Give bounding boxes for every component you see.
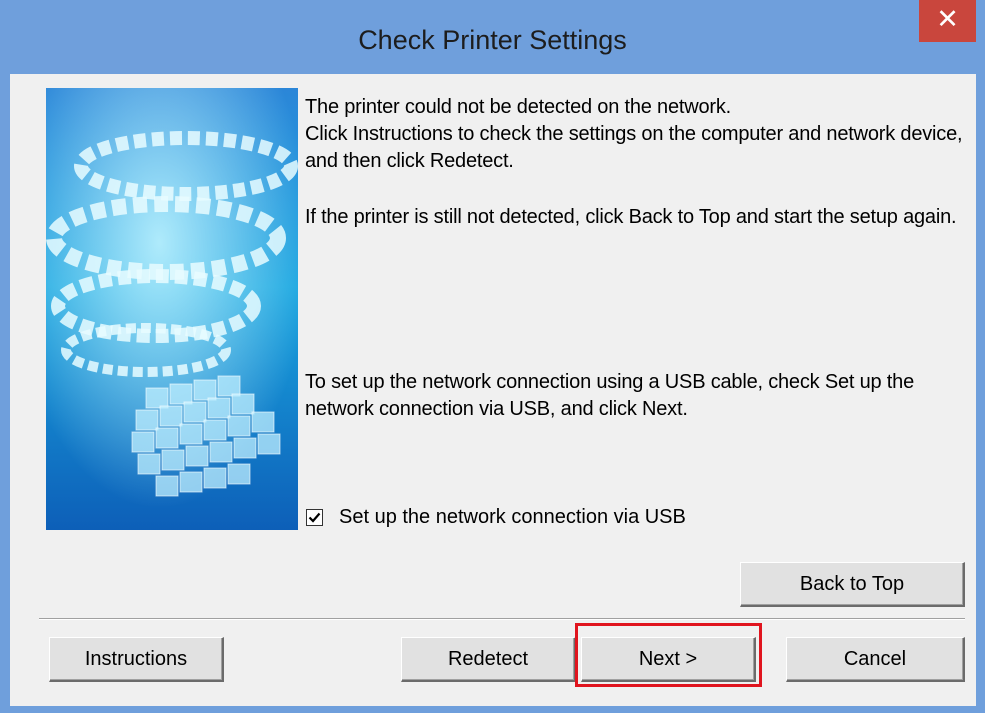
message-line-2: Click Instructions to check the settings… <box>305 123 963 172</box>
message-line-1: The printer could not be detected on the… <box>305 96 732 118</box>
dialog-body: The printer could not be detected on the… <box>10 74 976 706</box>
redetect-button[interactable]: Redetect <box>401 637 576 682</box>
banner-image <box>46 88 298 530</box>
instructions-button[interactable]: Instructions <box>49 637 224 682</box>
dialog-title: Check Printer Settings <box>358 25 627 55</box>
title-bar[interactable]: Check Printer Settings ✕ <box>0 0 985 74</box>
close-icon: ✕ <box>936 4 959 35</box>
usb-setup-option[interactable]: Set up the network connection via USB <box>306 505 686 529</box>
message-usb-hint: To set up the network connection using a… <box>305 371 914 420</box>
message-detection-failed: The printer could not be detected on the… <box>305 94 965 175</box>
usb-setup-checkbox[interactable] <box>306 508 323 526</box>
message-back-to-top-hint: If the printer is still not detected, cl… <box>305 206 957 228</box>
next-button[interactable]: Next > <box>581 637 756 682</box>
back-to-top-button[interactable]: Back to Top <box>740 562 965 607</box>
close-button[interactable]: ✕ <box>919 0 976 42</box>
cancel-button[interactable]: Cancel <box>786 637 965 682</box>
check-mark-icon <box>308 512 321 523</box>
divider <box>39 618 965 620</box>
usb-setup-label[interactable]: Set up the network connection via USB <box>339 506 686 529</box>
dialog-window: Check Printer Settings ✕ The printer cou… <box>0 0 985 713</box>
